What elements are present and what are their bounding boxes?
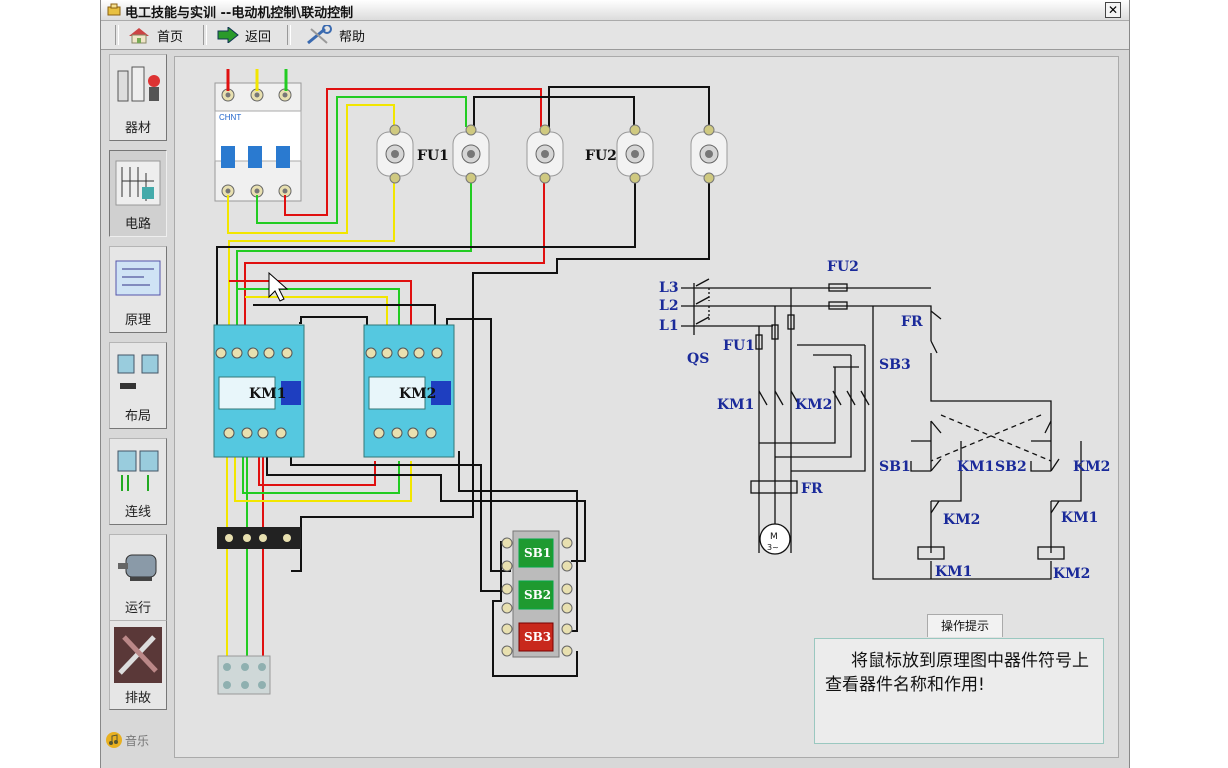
toolbar-separator bbox=[203, 25, 207, 45]
sidebar-item-label: 电路 bbox=[124, 217, 151, 232]
sidebar-item-label: 原理 bbox=[124, 313, 151, 328]
help-label: 帮助 bbox=[339, 29, 366, 45]
sidebar-item-label: 运行 bbox=[124, 601, 151, 616]
schematic-km1-main: KM1 bbox=[717, 397, 754, 413]
music-toggle[interactable]: 音乐 bbox=[105, 731, 149, 749]
schematic-motor: M bbox=[770, 532, 778, 542]
sidebar-item-run[interactable]: 运行 bbox=[109, 534, 167, 621]
home-button[interactable]: 首页 bbox=[127, 25, 183, 45]
equipment-icon bbox=[117, 66, 160, 102]
km1-device-label: KM1 bbox=[249, 386, 286, 402]
fuse-fu2-b[interactable] bbox=[690, 124, 728, 184]
toolbar: 首页 返回 帮助 bbox=[101, 21, 1129, 50]
sidebar-item-label: 布局 bbox=[124, 409, 151, 424]
close-button[interactable]: ✕ bbox=[1105, 2, 1121, 18]
sb1-button[interactable]: SB1 bbox=[518, 538, 554, 568]
schematic-motor-phase: 3~ bbox=[767, 543, 779, 552]
schematic-qs: QS bbox=[687, 351, 709, 367]
sb2-button[interactable]: SB2 bbox=[518, 580, 554, 610]
terminal-block[interactable] bbox=[217, 655, 271, 695]
schematic-sb3: SB3 bbox=[879, 357, 911, 373]
schematic-l1: L1 bbox=[659, 318, 679, 334]
schematic-km1-coil: KM1 bbox=[935, 564, 972, 580]
hint-tab[interactable]: 操作提示 bbox=[927, 614, 1003, 637]
km2-device-label: KM2 bbox=[399, 386, 436, 402]
sb3-button[interactable]: SB3 bbox=[518, 622, 554, 652]
schematic-diagram[interactable] bbox=[681, 278, 1082, 580]
toolbar-separator bbox=[115, 25, 119, 45]
home-label: 首页 bbox=[157, 29, 184, 45]
schematic-labels: L3 L2 L1 QS FU1 FU2 FR FR KM1 KM2 SB3 SB… bbox=[659, 259, 1110, 582]
sidebar-item-principle[interactable]: 原理 bbox=[109, 246, 167, 333]
back-button[interactable]: 返回 bbox=[217, 25, 271, 45]
schematic-sb1: SB1 bbox=[879, 459, 911, 475]
schematic-fr: FR bbox=[801, 481, 823, 497]
schematic-km1-interlock: KM1 bbox=[1061, 510, 1098, 526]
sidebar-item-layout[interactable]: 布局 bbox=[109, 342, 167, 429]
schematic-km2-interlock: KM2 bbox=[943, 512, 980, 528]
sidebar-item-equipment[interactable]: 器材 bbox=[109, 54, 167, 141]
contactor-km2[interactable]: KM2 bbox=[363, 324, 455, 458]
schematic-fu1: FU1 bbox=[723, 338, 755, 354]
schematic-fr-contact: FR bbox=[901, 314, 923, 330]
sb2-device-label: SB2 bbox=[524, 588, 551, 602]
sidebar: 器材 电路 原理 布局 连线 运行 排故 bbox=[107, 54, 167, 754]
hint-panel: 将鼠标放到原理图中器件符号上查看器件名称和作用! bbox=[814, 638, 1104, 744]
fuse-fu1-a[interactable] bbox=[376, 124, 414, 184]
sidebar-item-circuit[interactable]: 电路 bbox=[109, 150, 167, 237]
sidebar-item-label: 排故 bbox=[124, 691, 151, 706]
schematic-km2-hold: KM2 bbox=[1073, 459, 1110, 475]
title-bar: 电工技能与实训 --电动机控制\联动控制 ✕ bbox=[101, 0, 1129, 21]
fuse-fu1-b[interactable] bbox=[452, 124, 490, 184]
sidebar-item-label: 器材 bbox=[124, 121, 151, 136]
schematic-icon bbox=[115, 260, 161, 296]
circuit-icon bbox=[115, 160, 161, 206]
music-icon bbox=[106, 732, 122, 748]
home-icon bbox=[129, 28, 149, 44]
music-label: 音乐 bbox=[125, 733, 150, 748]
schematic-l3: L3 bbox=[659, 280, 679, 296]
arrow-right-icon bbox=[217, 27, 239, 43]
sb1-device-label: SB1 bbox=[524, 546, 551, 560]
app-icon bbox=[107, 3, 121, 16]
sb3-device-label: SB3 bbox=[524, 630, 551, 644]
layout-icon bbox=[117, 354, 159, 389]
tools-icon bbox=[307, 25, 332, 45]
sidebar-item-troubleshoot[interactable]: 排故 bbox=[109, 620, 167, 710]
contactor-km1[interactable]: KM1 bbox=[213, 324, 305, 458]
fuse-fu1-c[interactable] bbox=[526, 124, 564, 184]
circuit-breaker[interactable]: CHNT bbox=[214, 82, 302, 202]
window-title: 电工技能与实训 --电动机控制\联动控制 bbox=[125, 6, 354, 21]
fu1-label: FU1 bbox=[417, 148, 449, 164]
sidebar-item-label: 连线 bbox=[124, 505, 151, 520]
schematic-fu2: FU2 bbox=[827, 259, 859, 275]
schematic-km1-hold: KM1 bbox=[957, 459, 994, 475]
hint-text: 将鼠标放到原理图中器件符号上查看器件名称和作用! bbox=[825, 651, 1089, 695]
schematic-km2-main: KM2 bbox=[795, 397, 832, 413]
sidebar-item-wiring[interactable]: 连线 bbox=[109, 438, 167, 525]
breaker-brand: CHNT bbox=[219, 113, 241, 122]
wiring-icon bbox=[117, 450, 159, 491]
thermal-relay[interactable] bbox=[217, 527, 301, 549]
tools-icon bbox=[114, 627, 162, 683]
schematic-km2-coil: KM2 bbox=[1053, 566, 1090, 582]
motor-icon bbox=[118, 554, 157, 581]
schematic-l2: L2 bbox=[659, 298, 679, 314]
schematic-sb2: SB2 bbox=[995, 459, 1027, 475]
fu2-label: FU2 bbox=[585, 148, 617, 164]
toolbar-separator bbox=[287, 25, 291, 45]
fuse-fu2-a[interactable] bbox=[616, 124, 654, 184]
help-button[interactable]: 帮助 bbox=[305, 25, 365, 45]
back-label: 返回 bbox=[245, 29, 272, 45]
